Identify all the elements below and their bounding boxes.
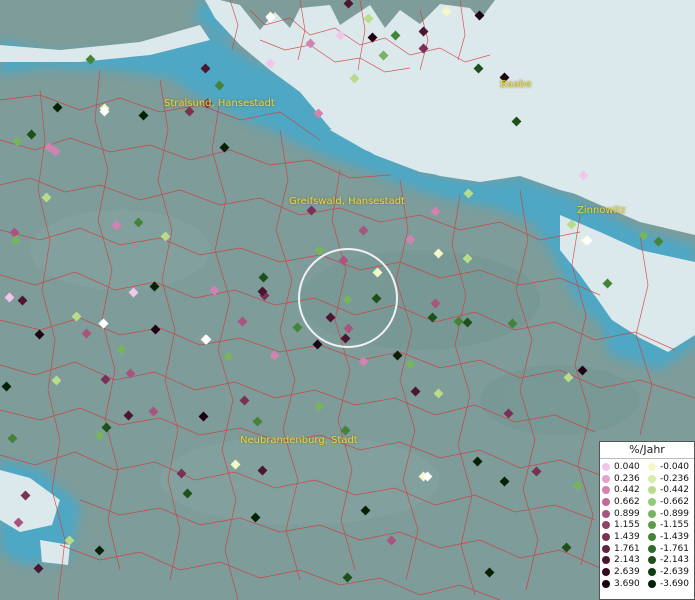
legend-swatch bbox=[602, 556, 610, 565]
legend-label: -1.761 bbox=[660, 543, 690, 554]
legend-label: -1.155 bbox=[660, 520, 690, 531]
legend-swatch bbox=[602, 544, 610, 553]
legend-label: 0.899 bbox=[614, 508, 640, 519]
negative-row: -1.439 bbox=[648, 531, 694, 543]
place-label-baabe: Baabe bbox=[500, 79, 532, 90]
legend-label: 1.155 bbox=[614, 520, 640, 531]
legend-label: -2.143 bbox=[660, 555, 690, 566]
legend-swatch bbox=[648, 497, 656, 506]
legend-label: 2.143 bbox=[614, 555, 640, 566]
negative-row: -0.899 bbox=[648, 508, 694, 520]
legend-label: 0.236 bbox=[614, 473, 640, 484]
legend-swatch bbox=[602, 532, 610, 541]
positive-row: 0.899 bbox=[602, 508, 648, 520]
positive-row: 1.439 bbox=[602, 531, 648, 543]
legend-label: -0.899 bbox=[660, 508, 690, 519]
legend-label: -0.662 bbox=[660, 496, 690, 507]
legend-swatch bbox=[602, 486, 610, 495]
legend-swatch bbox=[648, 474, 656, 483]
legend-negative-column: -0.040 -0.236 -0.442 -0.662 -0.899 -1.155 -1.4… bbox=[648, 461, 694, 590]
legend-swatch bbox=[602, 509, 610, 518]
place-label-greifswald: Greifswald, Hansestadt bbox=[289, 196, 405, 207]
negative-row: -2.143 bbox=[648, 555, 694, 567]
legend-swatch bbox=[648, 509, 656, 518]
legend-swatch bbox=[602, 579, 610, 588]
positive-row: 0.662 bbox=[602, 496, 648, 508]
negative-row: -2.639 bbox=[648, 566, 694, 578]
negative-row: -0.236 bbox=[648, 473, 694, 485]
positive-row: 0.236 bbox=[602, 473, 648, 485]
legend-label: 1.439 bbox=[614, 531, 640, 542]
legend-label: 0.442 bbox=[614, 485, 640, 496]
positive-row: 2.639 bbox=[602, 566, 648, 578]
legend-label: 0.662 bbox=[614, 496, 640, 507]
legend-swatch bbox=[648, 579, 656, 588]
legend-swatch bbox=[602, 521, 610, 530]
legend-swatch bbox=[602, 462, 610, 471]
map-canvas[interactable] bbox=[0, 0, 695, 600]
legend-label: 0.040 bbox=[614, 461, 640, 472]
positive-row: 3.690 bbox=[602, 578, 648, 590]
legend-label: -2.639 bbox=[660, 567, 690, 578]
legend-swatch bbox=[602, 568, 610, 577]
legend-swatch bbox=[648, 486, 656, 495]
legend-label: -0.040 bbox=[660, 461, 690, 472]
legend: %/Jahr 0.040 0.236 0.442 0.662 0.899 1.155 1.4… bbox=[599, 441, 695, 600]
legend-swatch bbox=[648, 544, 656, 553]
legend-swatch bbox=[648, 521, 656, 530]
legend-label: 2.639 bbox=[614, 567, 640, 578]
legend-swatch bbox=[648, 556, 656, 565]
place-label-zinnowitz: Zinnowitz bbox=[577, 205, 626, 216]
negative-row: -0.442 bbox=[648, 484, 694, 496]
legend-label: 3.690 bbox=[614, 578, 640, 589]
negative-row: -3.690 bbox=[648, 578, 694, 590]
legend-label: 1.761 bbox=[614, 543, 640, 554]
negative-row: -1.155 bbox=[648, 519, 694, 531]
negative-row: -1.761 bbox=[648, 543, 694, 555]
legend-swatch bbox=[648, 568, 656, 577]
positive-row: 1.761 bbox=[602, 543, 648, 555]
legend-positive-column: 0.040 0.236 0.442 0.662 0.899 1.155 1.439 1.761… bbox=[602, 461, 648, 590]
legend-swatch bbox=[602, 497, 610, 506]
positive-row: 1.155 bbox=[602, 519, 648, 531]
legend-label: -3.690 bbox=[660, 578, 690, 589]
legend-label: -1.439 bbox=[660, 531, 690, 542]
legend-swatch bbox=[648, 462, 656, 471]
legend-swatch bbox=[648, 532, 656, 541]
place-label-stralsund: Stralsund, Hansestadt bbox=[164, 98, 275, 109]
positive-row: 0.442 bbox=[602, 484, 648, 496]
legend-swatch bbox=[602, 474, 610, 483]
negative-row: -0.662 bbox=[648, 496, 694, 508]
positive-row: 2.143 bbox=[602, 555, 648, 567]
place-label-neubrandenburg: Neubrandenburg, Stadt bbox=[240, 435, 358, 446]
negative-row: -0.040 bbox=[648, 461, 694, 473]
legend-label: -0.236 bbox=[660, 473, 690, 484]
positive-row: 0.040 bbox=[602, 461, 648, 473]
legend-label: -0.442 bbox=[660, 485, 690, 496]
legend-title: %/Jahr bbox=[600, 442, 694, 459]
